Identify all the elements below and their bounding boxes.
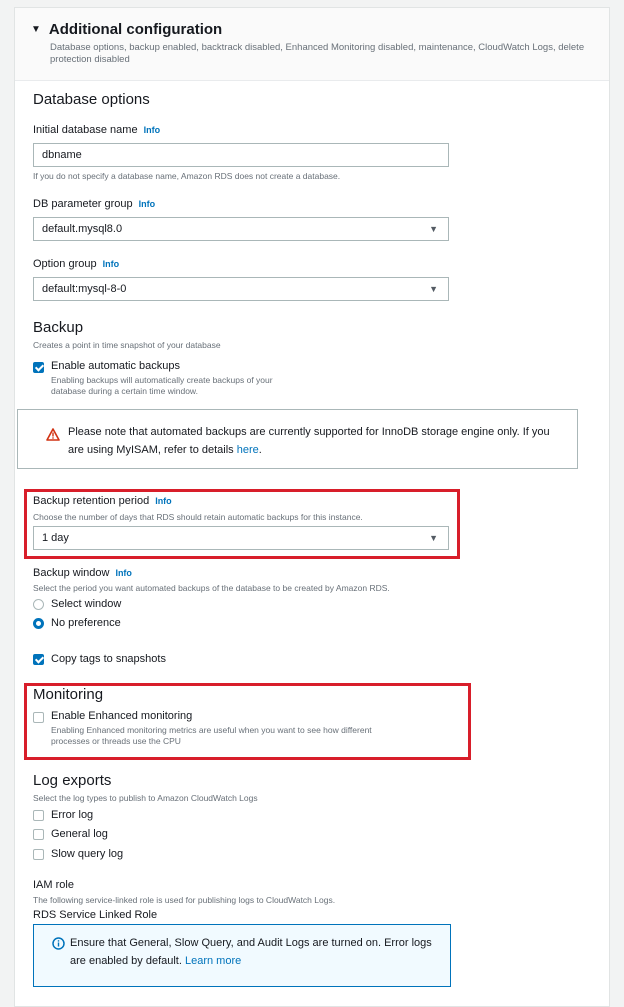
info-link[interactable]: Info — [115, 568, 132, 578]
log-exports-heading: Log exports — [33, 772, 112, 789]
label-text: DB parameter group — [33, 198, 133, 210]
dropdown-arrow-icon: ▼ — [429, 533, 438, 543]
info-link[interactable]: Info — [139, 199, 156, 209]
logs-info-alert: Ensure that General, Slow Query, and Aud… — [33, 924, 451, 987]
option-group-label: Option group Info — [33, 258, 119, 270]
log-exports-description: Select the log types to publish to Amazo… — [33, 793, 258, 803]
slow-query-log-checkbox[interactable] — [33, 849, 44, 860]
iam-role-heading: IAM role — [33, 879, 74, 891]
initial-db-name-label: Initial database name Info — [33, 124, 160, 136]
label-text: Initial database name — [33, 124, 138, 136]
no-preference-radio[interactable] — [33, 618, 44, 629]
innodb-warning-alert: Please note that automated backups are c… — [17, 409, 578, 469]
info-line: Ensure that General, Slow Query, and Aud… — [70, 937, 432, 949]
description-line: processes or threads use the CPU — [51, 736, 181, 746]
warning-line-text: are using MyISAM, refer to details — [68, 444, 237, 456]
parameter-group-select[interactable]: default.mysql8.0 ▼ — [33, 217, 449, 241]
enable-automatic-backups-label: Enable automatic backups — [51, 360, 181, 372]
enhanced-monitoring-checkbox[interactable] — [33, 712, 44, 723]
enable-automatic-backups-checkbox[interactable] — [33, 362, 44, 373]
label-text: Backup retention period — [33, 495, 150, 507]
select-value: default:mysql-8-0 — [42, 283, 127, 295]
info-alert-text: Ensure that General, Slow Query, and Aud… — [70, 934, 432, 970]
info-icon — [52, 937, 65, 950]
copy-tags-checkbox[interactable] — [33, 654, 44, 665]
backup-window-hint: Select the period you want automated bac… — [33, 583, 390, 593]
caret-down-icon[interactable]: ▼ — [31, 24, 41, 35]
retention-label: Backup retention period Info — [33, 495, 172, 507]
option-group-select[interactable]: default:mysql-8-0 ▼ — [33, 277, 449, 301]
label-text: Option group — [33, 258, 97, 270]
rds-service-linked-role: RDS Service Linked Role — [33, 909, 158, 921]
learn-more-link[interactable]: Learn more — [185, 955, 241, 967]
general-log-checkbox[interactable] — [33, 829, 44, 840]
backup-description: Creates a point in time snapshot of your… — [33, 340, 221, 350]
retention-hint: Choose the number of days that RDS shoul… — [33, 512, 363, 522]
backup-heading: Backup — [33, 319, 84, 336]
warning-line: Please note that automated backups are c… — [68, 426, 550, 438]
panel-description: Database options, backup enabled, backtr… — [50, 42, 585, 65]
info-line-text: are enabled by default. — [70, 955, 185, 967]
description-line: Enabling Enhanced monitoring metrics are… — [51, 725, 372, 735]
iam-role-description: The following service-linked role is use… — [33, 895, 336, 905]
select-value: default.mysql8.0 — [42, 223, 123, 235]
panel-title: Additional configuration — [48, 21, 223, 38]
info-link[interactable]: Info — [103, 259, 120, 269]
warning-text: Please note that automated backups are c… — [68, 423, 550, 459]
general-log-label: General log — [51, 828, 108, 840]
label-text: Backup window — [33, 567, 110, 579]
error-log-label: Error log — [51, 809, 94, 821]
slow-query-log-label: Slow query log — [51, 848, 124, 860]
description-line: Enabling backups will automatically crea… — [51, 375, 273, 385]
dropdown-arrow-icon: ▼ — [429, 224, 438, 234]
backup-window-label: Backup window Info — [33, 567, 132, 579]
punctuation: . — [258, 444, 262, 456]
panel-header[interactable]: ▼ Additional configuration Database opti… — [15, 8, 609, 81]
enable-automatic-backups-description: Enabling backups will automatically crea… — [51, 375, 273, 397]
initial-db-name-input[interactable]: dbname — [33, 143, 449, 167]
no-preference-label: No preference — [51, 617, 121, 629]
retention-period-select[interactable]: 1 day ▼ — [33, 526, 449, 550]
select-value: 1 day — [42, 532, 69, 544]
info-link[interactable]: Info — [144, 125, 161, 135]
info-line: are enabled by default. Learn more — [70, 952, 432, 970]
info-link[interactable]: Info — [155, 496, 172, 506]
database-options-heading: Database options — [33, 91, 150, 108]
select-window-label: Select window — [51, 598, 122, 610]
enhanced-monitoring-description: Enabling Enhanced monitoring metrics are… — [51, 725, 372, 747]
error-log-checkbox[interactable] — [33, 810, 44, 821]
monitoring-heading: Monitoring — [33, 686, 104, 703]
dropdown-arrow-icon: ▼ — [429, 284, 438, 294]
warning-line: are using MyISAM, refer to details here. — [68, 441, 550, 459]
initial-db-name-hint: If you do not specify a database name, A… — [33, 171, 341, 181]
parameter-group-label: DB parameter group Info — [33, 198, 155, 210]
enhanced-monitoring-label: Enable Enhanced monitoring — [51, 710, 193, 722]
description-line: database during a certain time window. — [51, 386, 198, 396]
select-window-radio[interactable] — [33, 599, 44, 610]
copy-tags-label: Copy tags to snapshots — [51, 653, 166, 665]
warning-icon — [46, 428, 60, 441]
here-link[interactable]: here — [237, 444, 259, 456]
